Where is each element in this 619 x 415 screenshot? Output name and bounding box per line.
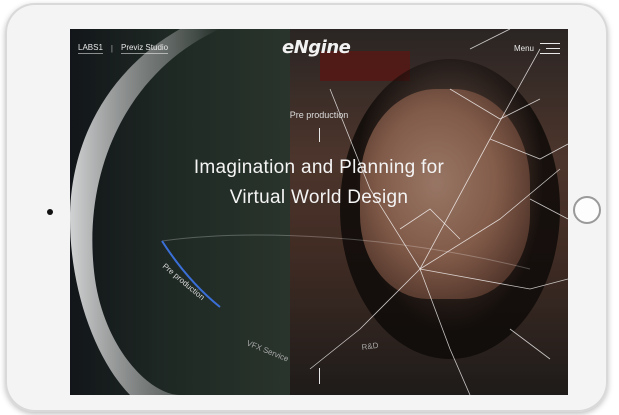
headline-line-2: Virtual World Design: [229, 187, 409, 208]
top-nav-links: LABS1 | Previz Studio: [78, 43, 169, 54]
eyebrow-divider: [319, 128, 320, 142]
tablet-frame: Pre production VFX Service R&D LABS1 | P…: [5, 3, 608, 412]
nav-link-labs1[interactable]: LABS1: [78, 43, 103, 54]
hamburger-icon: [540, 43, 560, 54]
headline-line-1: Imagination and Planning for: [193, 157, 445, 178]
nav-link-previz-studio[interactable]: Previz Studio: [120, 43, 169, 54]
home-button[interactable]: [573, 196, 601, 224]
arc-item-rnd[interactable]: R&D: [361, 341, 379, 352]
menu-button[interactable]: Menu: [513, 43, 560, 54]
camera-dot: [47, 209, 53, 215]
nav-separator: |: [110, 43, 113, 53]
screen: Pre production VFX Service R&D LABS1 | P…: [70, 29, 568, 395]
hero-headline: Imagination and Planning for Virtual Wor…: [70, 153, 568, 213]
menu-label: Menu: [513, 43, 534, 53]
engine-logo[interactable]: eNgine: [282, 37, 351, 58]
arc-item-vfx-service[interactable]: VFX Service: [245, 339, 290, 364]
scroll-indicator[interactable]: [319, 368, 320, 384]
arc-item-pre-production[interactable]: Pre production: [161, 262, 207, 302]
hero-eyebrow: Pre production: [289, 110, 349, 120]
